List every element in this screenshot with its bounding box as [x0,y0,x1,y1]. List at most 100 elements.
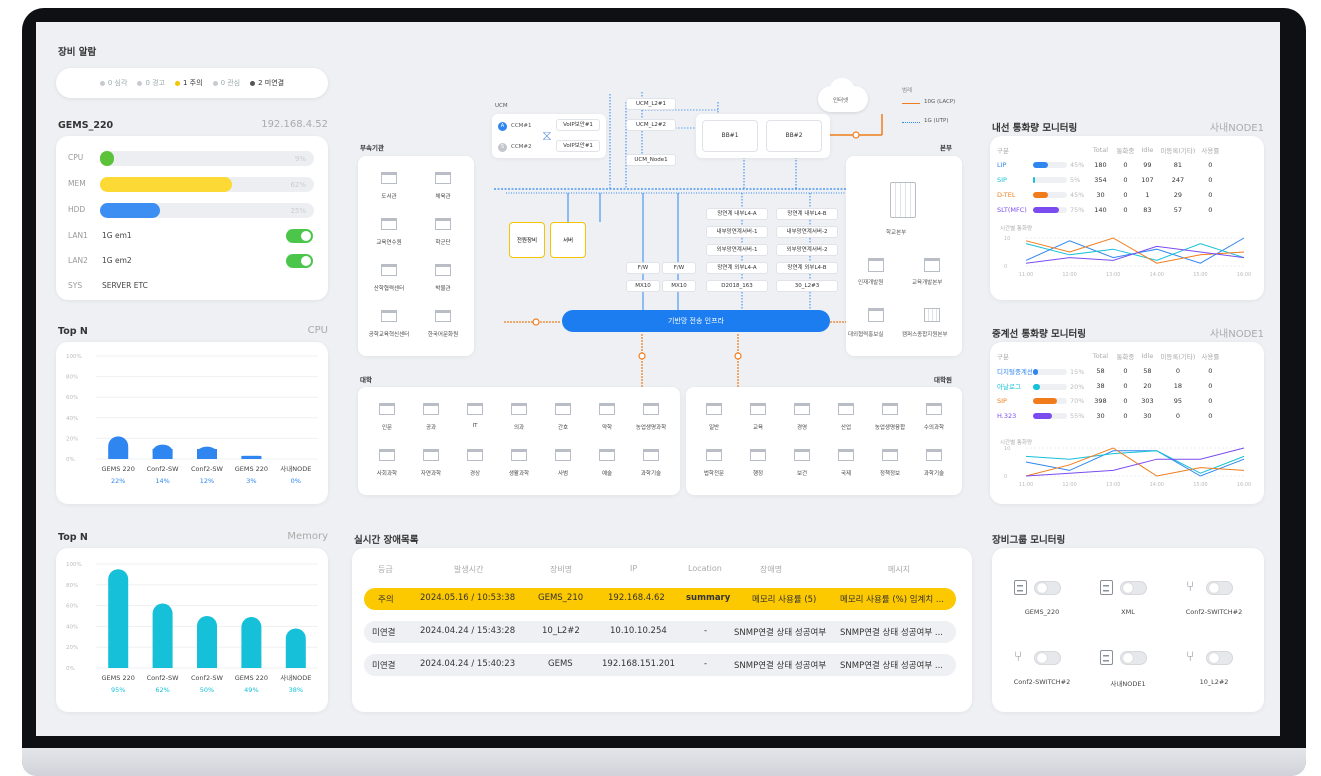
group-item-label[interactable]: GEMS_220 [1002,608,1082,616]
value-cell: 140 [1094,205,1107,214]
facility-label[interactable]: 도서관 [362,192,416,200]
hq-item-1[interactable]: 인재개발원 [858,278,883,286]
table-row[interactable]: H.323 55% 30 0 30 0 0 [994,408,1222,423]
hq-main[interactable]: 학교본부 [886,228,906,236]
facility-label[interactable]: 교육 [736,423,780,431]
ucm-l2-2[interactable]: UCM_L2#2 [626,119,676,131]
group-toggle[interactable] [1120,651,1147,665]
facility-label[interactable]: 일반 [692,423,736,431]
facility-label[interactable]: 농업생명융합 [868,423,912,431]
ccm1-label[interactable]: CCM#1 [511,123,532,129]
hq-item-2[interactable]: 교육개발본부 [912,278,942,286]
facility-label[interactable]: 사회과학 [365,469,409,477]
hq-item-4[interactable]: 캠퍼스종합지원본부 [902,330,948,338]
facility-label[interactable]: 사범 [541,469,585,477]
inner-call-node[interactable]: 사내NODE1 [1156,119,1264,134]
internet-label[interactable]: 인터넷 [833,96,848,104]
facility-label[interactable]: 한국어문화원 [416,330,470,338]
alarm-major[interactable]: 0 경고 [137,78,165,88]
facility-label[interactable]: 약학 [585,423,629,431]
group-item-label[interactable]: 10_L2#2 [1174,678,1254,686]
network-node[interactable]: 외부망연계서버-2 [776,244,838,256]
alarm-notice[interactable]: 0 관심 [212,78,240,88]
facility-label[interactable]: 예술 [585,469,629,477]
facility-label[interactable]: 산학협력센터 [362,284,416,292]
row-message: SNMP연결 상태 성공여부 ... [840,661,943,671]
trunk-call-node[interactable]: 사내NODE1 [1156,325,1264,340]
table-row[interactable]: D-TEL 45% 30 0 1 29 0 [994,187,1222,202]
facility-label[interactable]: 행정 [736,469,780,477]
facility-label[interactable]: 자연과학 [409,469,453,477]
voip1-label[interactable]: VoIP보안#1 [556,119,600,131]
mx10-1[interactable]: MX10 [626,280,660,292]
bb1-box[interactable]: BB#1 [702,120,758,152]
fw-1[interactable]: F/W [626,262,660,274]
voip2-label[interactable]: VoIP보안#1 [556,140,600,152]
facility-label[interactable]: 경상 [453,469,497,477]
power-equipment[interactable]: 전원장비 [509,222,545,258]
alarm-row-2[interactable]: 미연결 2024.04.24 / 15:43:28 10_L2#2 10.10.… [364,621,956,643]
lan2-toggle[interactable] [286,254,313,268]
facility-label[interactable]: 학군단 [416,238,470,246]
table-row[interactable]: SIP 70% 398 0 303 95 0 [994,393,1222,408]
alarm-disconnected[interactable]: 2 미연결 [250,78,284,88]
mx10-2[interactable]: MX10 [662,280,696,292]
table-row[interactable]: 아날로그 20% 38 0 20 18 0 [994,378,1222,393]
group-toggle[interactable] [1034,581,1061,595]
facility-label[interactable]: 공학교육혁신센터 [362,330,416,338]
facility-label[interactable]: 경영 [780,423,824,431]
group-item-label[interactable]: Conf2-SWITCH#2 [1174,608,1254,616]
ucm-node1[interactable]: UCM_Node1 [626,154,676,166]
facility-label[interactable]: 과학기술 [912,469,956,477]
facility-label[interactable]: 정책정보 [868,469,912,477]
facility-label[interactable]: 생활과학 [497,469,541,477]
table-row[interactable]: SIP 5% 354 0 107 247 0 [994,172,1222,187]
facility-label[interactable]: 공과 [409,423,453,431]
facility-label[interactable]: 수의과학 [912,423,956,431]
facility-label[interactable]: 산업 [824,423,868,431]
table-row[interactable]: 디지털중계선 15% 58 0 58 0 0 [994,363,1222,378]
network-node[interactable]: 외부망연계서버-1 [706,244,768,256]
facility-label[interactable]: 농업생명과학 [629,423,673,431]
alarm-row-3[interactable]: 미연결 2024.04.24 / 15:40:23 GEMS 192.168.1… [364,654,956,676]
facility-label[interactable]: 과학기술 [629,469,673,477]
facility-label[interactable]: 교육연수원 [362,238,416,246]
server-box[interactable]: 서버 [550,222,586,258]
alarm-critical[interactable]: 0 심각 [99,78,127,88]
network-node[interactable]: 30_L2#3 [776,280,838,292]
bb2-box[interactable]: BB#2 [766,120,822,152]
network-node[interactable]: 망연계 외부L4-A [706,262,768,274]
fw-2[interactable]: F/W [662,262,696,274]
table-row[interactable]: LIP 45% 180 0 99 81 0 [994,157,1222,172]
facility-label[interactable]: 간호 [541,423,585,431]
network-node[interactable]: 망연계 내부L4-B [776,208,838,220]
group-item-label[interactable]: Conf2-SWITCH#2 [1002,678,1082,686]
network-node[interactable]: 내부망연계서버-2 [776,226,838,238]
alarm-row-1[interactable]: 주의 2024.05.16 / 10:53:38 GEMS_210 192.16… [364,588,956,610]
table-row[interactable]: SLT(MFC) 75% 140 0 83 57 0 [994,202,1222,217]
facility-label[interactable]: 인문 [365,423,409,431]
facility-label[interactable]: 의과 [497,423,541,431]
network-node[interactable]: 망연계 외부L4-B [776,262,838,274]
backbone-bar[interactable]: 기반망 전송 인프라 [562,310,830,332]
facility-label[interactable]: 법학전문 [692,469,736,477]
facility-label[interactable]: 체육관 [416,192,470,200]
lan1-toggle[interactable] [286,229,313,243]
hq-item-3[interactable]: 대외협력홍보실 [848,330,883,338]
group-item-label[interactable]: 사내NODE1 [1088,678,1168,688]
ccm2-label[interactable]: CCM#2 [511,144,532,150]
group-item-label[interactable]: XML [1088,608,1168,616]
facility-label[interactable]: 박물관 [416,284,470,292]
network-node[interactable]: 내부망연계서버-1 [706,226,768,238]
network-node[interactable]: 망연계 내부L4-A [706,208,768,220]
facility-label[interactable]: 보건 [780,469,824,477]
network-node[interactable]: D2018_163 [706,280,768,292]
group-toggle[interactable] [1034,651,1061,665]
ucm-l2-1[interactable]: UCM_L2#1 [626,98,676,110]
alarm-minor[interactable]: 1 주의 [175,78,203,88]
facility-label[interactable]: 국제 [824,469,868,477]
group-toggle[interactable] [1206,581,1233,595]
facility-label[interactable]: IT [453,423,497,429]
group-toggle[interactable] [1120,581,1147,595]
group-toggle[interactable] [1206,651,1233,665]
